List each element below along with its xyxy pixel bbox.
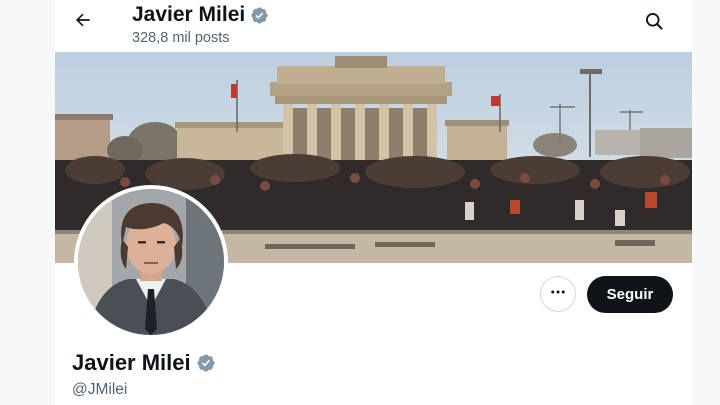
back-button[interactable] bbox=[69, 8, 97, 36]
profile-header-bar: Javier Milei 328,8 mil posts bbox=[55, 0, 692, 52]
verified-badge-icon bbox=[250, 6, 269, 25]
search-button[interactable] bbox=[641, 10, 667, 36]
header-title: Javier Milei bbox=[132, 2, 269, 28]
more-horizontal-icon bbox=[549, 283, 567, 306]
more-options-button[interactable] bbox=[540, 276, 576, 312]
profile-display-name: Javier Milei bbox=[72, 350, 216, 376]
follow-button[interactable]: Seguir bbox=[587, 276, 673, 313]
posts-count: 328,8 mil posts bbox=[132, 30, 230, 46]
profile-avatar[interactable] bbox=[74, 185, 228, 339]
profile-column: Javier Milei 328,8 mil posts Seguir Javi… bbox=[55, 0, 692, 405]
header-name: Javier Milei bbox=[132, 3, 246, 26]
profile-name-text: Javier Milei bbox=[72, 350, 191, 375]
search-icon bbox=[644, 11, 664, 36]
profile-handle: @JMilei bbox=[72, 381, 128, 398]
verified-badge-icon[interactable] bbox=[196, 353, 216, 373]
arrow-left-icon bbox=[73, 10, 93, 35]
